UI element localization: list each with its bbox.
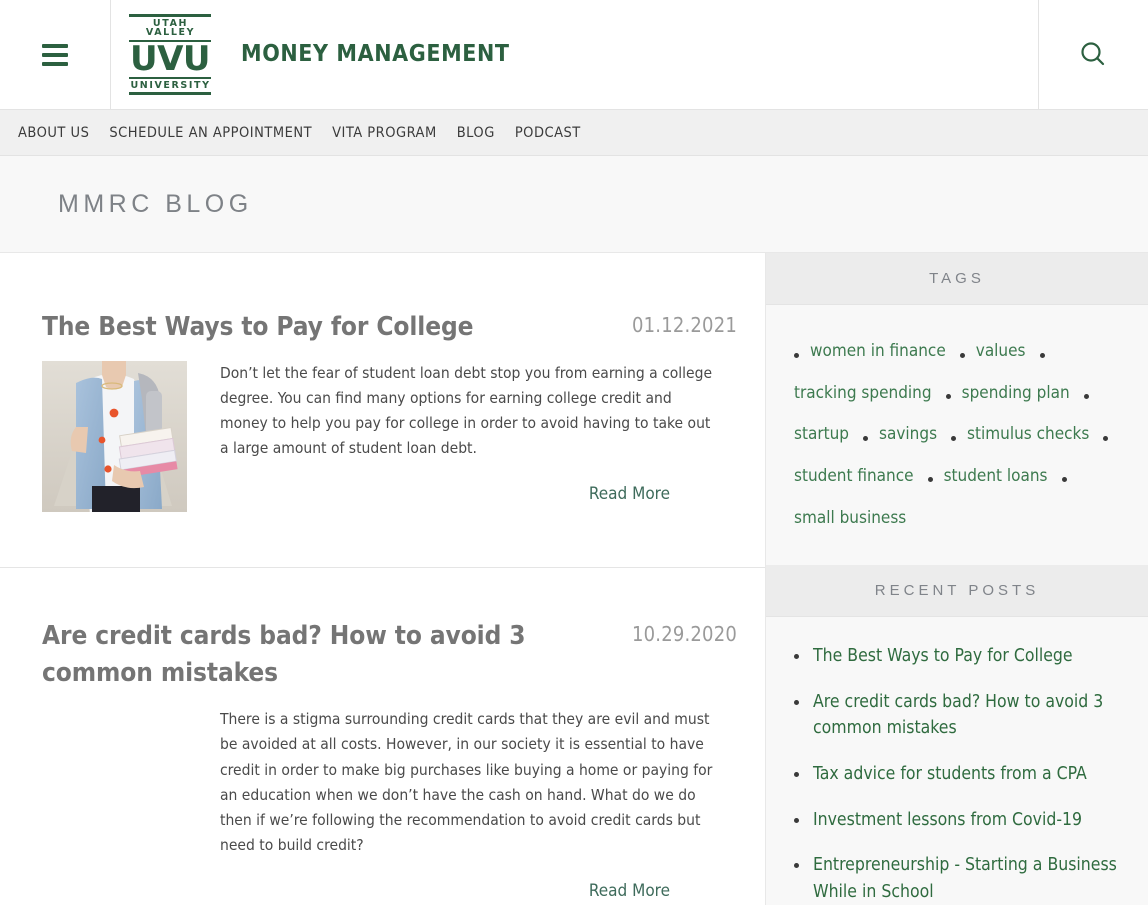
recent-posts-list: The Best Ways to Pay for College Are cre… (794, 643, 1126, 905)
sidebar: TAGS women in finance values tracking sp… (766, 253, 1148, 905)
bullet-icon (945, 394, 951, 400)
recent-post-item: Tax advice for students from a CPA (794, 761, 1126, 788)
post-excerpt: Don’t let the fear of student loan debt … (220, 363, 713, 458)
recent-post-item: Entrepreneurship - Starting a Business W… (794, 852, 1126, 905)
recent-post-link[interactable]: Investment lessons from Covid-19 (813, 807, 1082, 834)
post-list: The Best Ways to Pay for College 01.12.2… (0, 253, 766, 905)
nav-item-schedule-an-appointment[interactable]: SCHEDULE AN APPOINTMENT (99, 125, 322, 141)
post-date: 10.29.2020 (632, 621, 737, 646)
hamburger-icon[interactable] (0, 0, 110, 109)
logo-top-text: UTAH VALLEY (145, 17, 196, 39)
tag-link[interactable]: student loans (944, 466, 1048, 486)
tag-list: women in finance values tracking spendin… (794, 331, 1126, 539)
read-more-row: Read More (220, 881, 737, 901)
tag-link[interactable]: startup (794, 424, 849, 444)
bullet-icon (1061, 477, 1067, 483)
nav-item-about-us[interactable]: ABOUT US (8, 125, 99, 141)
logo-bottom-text: UNIVERSITY (130, 79, 211, 91)
header-divider-left (110, 0, 111, 109)
bullet-icon (1103, 435, 1109, 441)
blog-post-item: Are credit cards bad? How to avoid 3 com… (0, 568, 765, 905)
page-banner: MMRC BLOG (0, 156, 1148, 253)
tags-widget-header: TAGS (766, 253, 1148, 305)
tag-link[interactable]: savings (879, 424, 937, 444)
page-title: MMRC BLOG (58, 189, 253, 218)
recent-posts-widget: RECENT POSTS The Best Ways to Pay for Co… (766, 565, 1148, 905)
tags-widget-body: women in finance values tracking spendin… (766, 305, 1148, 565)
recent-posts-widget-body: The Best Ways to Pay for College Are cre… (766, 617, 1148, 905)
header-divider-right (1038, 0, 1039, 109)
site-title[interactable]: MONEY MANAGEMENT (241, 41, 510, 67)
hamburger-bar-1 (42, 43, 68, 48)
nav-item-vita-program[interactable]: VITA PROGRAM (322, 125, 447, 141)
content-area: The Best Ways to Pay for College 01.12.2… (0, 253, 1148, 905)
tag-link[interactable]: women in finance (810, 341, 946, 361)
tag-link[interactable]: small business (794, 508, 906, 528)
recent-post-link[interactable]: Are credit cards bad? How to avoid 3 com… (813, 689, 1126, 742)
primary-nav: ABOUT US SCHEDULE AN APPOINTMENT VITA PR… (0, 109, 1148, 156)
recent-post-item: The Best Ways to Pay for College (794, 643, 1126, 670)
bullet-icon (959, 352, 965, 358)
tag-link[interactable]: spending plan (962, 383, 1070, 403)
recent-post-item: Are credit cards bad? How to avoid 3 com… (794, 689, 1126, 742)
tag-link[interactable]: stimulus checks (967, 424, 1089, 444)
search-icon[interactable] (1038, 0, 1148, 109)
tags-widget: TAGS women in finance values tracking sp… (766, 253, 1148, 565)
logo-main-text: UVU (129, 38, 211, 79)
post-header: The Best Ways to Pay for College 01.12.2… (42, 309, 737, 347)
post-thumbnail[interactable] (42, 360, 187, 512)
uvu-logo[interactable]: UTAH VALLEY UVU UNIVERSITY MONEY MANAGEM… (129, 13, 510, 96)
recent-post-link[interactable]: Entrepreneurship - Starting a Business W… (813, 852, 1126, 905)
recent-post-link[interactable]: The Best Ways to Pay for College (813, 643, 1073, 670)
tag-link[interactable]: values (976, 341, 1026, 361)
bullet-icon (863, 435, 869, 441)
hamburger-bar-3 (42, 61, 68, 66)
post-excerpt: There is a stigma surrounding credit car… (220, 710, 713, 855)
recent-post-link[interactable]: Tax advice for students from a CPA (813, 761, 1087, 788)
post-title[interactable]: Are credit cards bad? How to avoid 3 com… (42, 618, 542, 693)
recent-posts-widget-header: RECENT POSTS (766, 565, 1148, 618)
bullet-icon (794, 352, 799, 358)
post-header: Are credit cards bad? How to avoid 3 com… (42, 618, 737, 693)
logo-rule-bottom (129, 92, 211, 96)
tag-link[interactable]: tracking spending (794, 383, 932, 403)
bullet-icon (927, 477, 933, 483)
read-more-row: Read More (220, 484, 737, 504)
post-text-column: Don’t let the fear of student loan debt … (187, 361, 737, 512)
read-more-link[interactable]: Read More (589, 484, 670, 504)
bullet-icon (794, 654, 799, 660)
nav-item-podcast[interactable]: PODCAST (505, 125, 591, 141)
bullet-icon (951, 435, 957, 441)
blog-post-item: The Best Ways to Pay for College 01.12.2… (0, 253, 765, 568)
post-body: Don’t let the fear of student loan debt … (42, 360, 737, 512)
post-body: There is a stigma surrounding credit car… (42, 707, 737, 901)
post-title[interactable]: The Best Ways to Pay for College (42, 309, 474, 347)
recent-post-item: Investment lessons from Covid-19 (794, 807, 1126, 834)
bullet-icon (1083, 394, 1089, 400)
hamburger-bar-2 (42, 52, 68, 57)
bullet-icon (1039, 352, 1045, 358)
site-header: UTAH VALLEY UVU UNIVERSITY MONEY MANAGEM… (0, 0, 1148, 109)
post-date: 01.12.2021 (632, 313, 737, 337)
bullet-icon (794, 771, 799, 777)
bullet-icon (794, 817, 799, 823)
tag-link[interactable]: student finance (794, 466, 914, 486)
read-more-link[interactable]: Read More (589, 881, 670, 901)
bullet-icon (794, 699, 799, 705)
bullet-icon (794, 863, 799, 869)
tags-widget-title: TAGS (929, 270, 985, 287)
post-text-column: There is a stigma surrounding credit car… (42, 707, 737, 901)
nav-item-blog[interactable]: BLOG (447, 125, 505, 141)
recent-posts-widget-title: RECENT POSTS (874, 582, 1040, 600)
